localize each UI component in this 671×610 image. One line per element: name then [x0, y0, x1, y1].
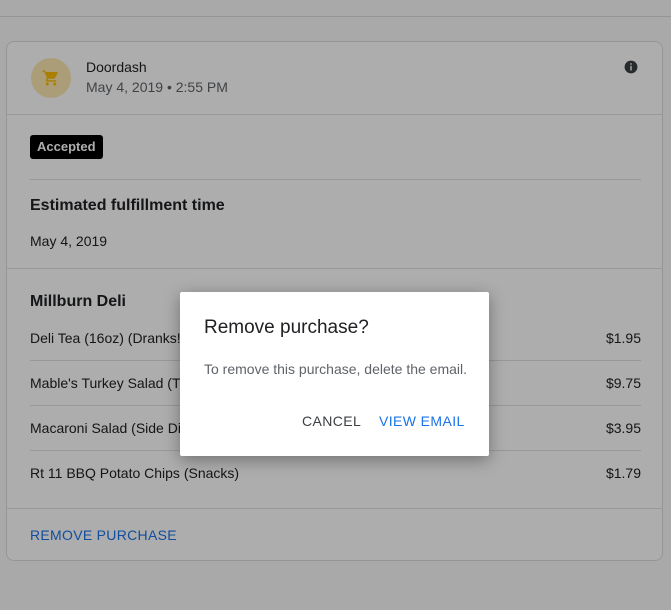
- dialog-title: Remove purchase?: [204, 317, 369, 338]
- dialog-message: To remove this purchase, delete the emai…: [204, 361, 468, 377]
- remove-purchase-dialog: Remove purchase? To remove this purchase…: [180, 292, 489, 456]
- cancel-button[interactable]: CANCEL: [302, 413, 361, 429]
- view-email-button[interactable]: VIEW EMAIL: [379, 413, 465, 429]
